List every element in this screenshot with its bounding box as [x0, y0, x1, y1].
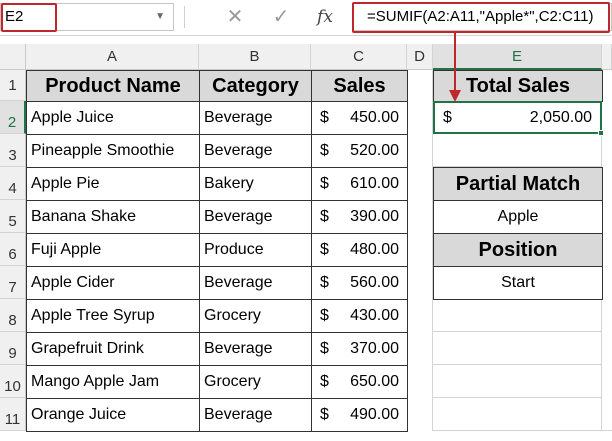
row-header-2[interactable]: 2	[0, 101, 26, 134]
partial-match-value[interactable]: Apple	[433, 200, 603, 234]
cell-product-name[interactable]: Apple Pie	[26, 167, 200, 201]
cell-product-name[interactable]: Apple Tree Syrup	[26, 299, 200, 333]
row-header-7[interactable]: 7	[0, 266, 26, 299]
cell-category[interactable]: Beverage	[199, 200, 312, 234]
cell-category[interactable]: Bakery	[199, 167, 312, 201]
row-header-4[interactable]: 4	[0, 167, 26, 200]
sales-value: 490.00	[350, 406, 399, 423]
sales-value: 390.00	[350, 208, 399, 225]
cancel-icon[interactable]: ✕	[222, 5, 248, 29]
cell-e9[interactable]	[433, 332, 602, 365]
row-header-6[interactable]: 6	[0, 233, 26, 266]
sales-value: 560.00	[350, 274, 399, 291]
sales-value: 480.00	[350, 241, 399, 258]
cell-sales[interactable]: $560.00	[311, 266, 408, 300]
cell-e8[interactable]	[433, 299, 602, 332]
cell-category[interactable]: Beverage	[199, 266, 312, 300]
cell-sales[interactable]: $370.00	[311, 332, 408, 366]
sales-value: 450.00	[350, 109, 399, 126]
insert-function-icon[interactable]: fx	[312, 5, 338, 29]
sales-value: 520.00	[350, 142, 399, 159]
cell-product-name[interactable]: Pineapple Smoothie	[26, 134, 200, 168]
currency-symbol: $	[320, 274, 329, 291]
row-header-1[interactable]: 1	[0, 70, 26, 101]
cell-category[interactable]: Beverage	[199, 398, 312, 432]
cell-product-name[interactable]: Orange Juice	[26, 398, 200, 432]
enter-icon[interactable]: ✓	[268, 5, 294, 29]
sales-value: 650.00	[350, 373, 399, 390]
cell-sales[interactable]: $450.00	[311, 101, 408, 135]
select-all-corner[interactable]	[0, 44, 26, 70]
row-header-10[interactable]: 10	[0, 365, 26, 398]
column-header-e[interactable]: E	[433, 44, 602, 70]
formula-highlight	[352, 2, 610, 33]
position-value[interactable]: Start	[433, 266, 603, 300]
column-f-cells[interactable]	[602, 70, 612, 431]
cell-sales[interactable]: $430.00	[311, 299, 408, 333]
cell-category[interactable]: Grocery	[199, 299, 312, 333]
currency-symbol: $	[320, 109, 329, 126]
cell-product-name[interactable]: Apple Juice	[26, 101, 200, 135]
cell-sales[interactable]: $490.00	[311, 398, 408, 432]
cell-product-name[interactable]: Fuji Apple	[26, 233, 200, 267]
column-header-d[interactable]: D	[407, 44, 433, 70]
column-header-f[interactable]	[602, 44, 612, 70]
row-header-9[interactable]: 9	[0, 332, 26, 365]
cell-e10[interactable]	[433, 365, 602, 398]
position-label[interactable]: Position	[433, 233, 603, 267]
cell-category[interactable]: Beverage	[199, 134, 312, 168]
divider	[184, 6, 185, 28]
cell-category[interactable]: Beverage	[199, 101, 312, 135]
cell-category[interactable]: Grocery	[199, 365, 312, 399]
column-header-b[interactable]: B	[199, 44, 311, 70]
header-category[interactable]: Category	[199, 70, 312, 102]
currency-symbol: $	[320, 175, 329, 192]
cell-category[interactable]: Produce	[199, 233, 312, 267]
row-header-11[interactable]: 11	[0, 398, 26, 431]
cell-product-name[interactable]: Apple Cider	[26, 266, 200, 300]
row-header-8[interactable]: 8	[0, 299, 26, 332]
column-header-c[interactable]: C	[311, 44, 407, 70]
total-sales-label[interactable]: Total Sales	[433, 70, 603, 102]
currency-symbol: $	[443, 108, 452, 126]
sales-value: 610.00	[350, 175, 399, 192]
currency-symbol: $	[320, 208, 329, 225]
cell-sales[interactable]: $610.00	[311, 167, 408, 201]
currency-symbol: $	[320, 307, 329, 324]
cell-product-name[interactable]: Mango Apple Jam	[26, 365, 200, 399]
cell-sales[interactable]: $650.00	[311, 365, 408, 399]
chevron-down-icon[interactable]: ▼	[155, 4, 165, 30]
column-header-a[interactable]: A	[26, 44, 199, 70]
currency-symbol: $	[320, 373, 329, 390]
currency-symbol: $	[320, 340, 329, 357]
header-sales[interactable]: Sales	[311, 70, 408, 102]
currency-symbol: $	[320, 406, 329, 423]
sales-value: 430.00	[350, 307, 399, 324]
partial-match-label[interactable]: Partial Match	[433, 167, 603, 201]
cell-product-name[interactable]: Banana Shake	[26, 200, 200, 234]
column-d-cells[interactable]	[407, 70, 433, 431]
header-product-name[interactable]: Product Name	[26, 70, 200, 102]
currency-symbol: $	[320, 241, 329, 258]
total-sales-cell[interactable]: $ 2,050.00	[433, 101, 602, 134]
cell-e11[interactable]	[433, 398, 602, 431]
cell-category[interactable]: Beverage	[199, 332, 312, 366]
name-box-highlight	[1, 3, 57, 32]
cell-sales[interactable]: $480.00	[311, 233, 408, 267]
fill-handle[interactable]	[598, 130, 604, 136]
cell-e3[interactable]	[433, 134, 602, 167]
row-header-5[interactable]: 5	[0, 200, 26, 233]
total-sales-value: 2,050.00	[529, 108, 592, 126]
sales-value: 370.00	[350, 340, 399, 357]
currency-symbol: $	[320, 142, 329, 159]
cell-sales[interactable]: $520.00	[311, 134, 408, 168]
cell-sales[interactable]: $390.00	[311, 200, 408, 234]
cell-product-name[interactable]: Grapefruit Drink	[26, 332, 200, 366]
row-header-3[interactable]: 3	[0, 134, 26, 167]
